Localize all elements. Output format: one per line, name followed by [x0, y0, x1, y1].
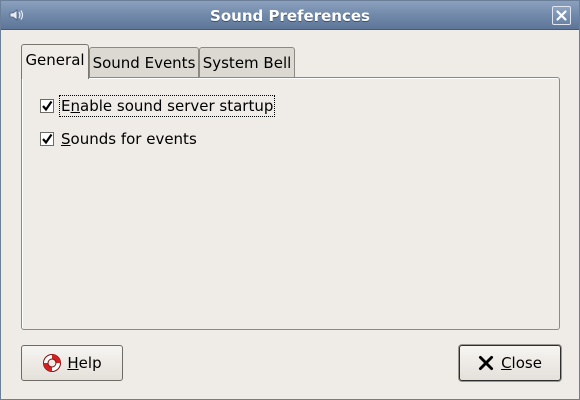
close-button[interactable]: Close: [459, 345, 561, 381]
sounds-for-events-checkbox[interactable]: Sounds for events: [40, 129, 197, 149]
tab-general[interactable]: General: [21, 44, 89, 79]
help-button[interactable]: Help: [21, 345, 123, 381]
checkbox-box[interactable]: [40, 132, 54, 146]
tab-system-bell-label: System Bell: [202, 54, 292, 72]
tab-sound-events-label: Sound Events: [92, 54, 196, 72]
sounds-for-events-label: Sounds for events: [61, 130, 197, 148]
checkmark-icon: [42, 100, 53, 112]
window-title: Sound Preferences: [210, 7, 370, 25]
enable-sound-server-label: Enable sound server startup: [58, 95, 276, 117]
lifebuoy-icon: [43, 354, 62, 372]
general-panel: Enable sound server startup Sounds for e…: [21, 77, 560, 330]
tab-general-label: General: [25, 51, 85, 69]
close-label: Close: [501, 354, 542, 372]
checkmark-icon: [42, 133, 53, 145]
tab-sound-events[interactable]: Sound Events: [89, 47, 199, 78]
x-icon: [479, 355, 494, 371]
tab-system-bell[interactable]: System Bell: [199, 47, 295, 78]
titlebar[interactable]: Sound Preferences: [1, 1, 579, 30]
enable-sound-server-checkbox[interactable]: Enable sound server startup: [40, 95, 276, 117]
sound-preferences-window: Sound Preferences General Sound Events S…: [0, 0, 580, 400]
close-icon[interactable]: [552, 6, 571, 25]
checkbox-box[interactable]: [40, 99, 54, 113]
help-label: Help: [67, 354, 102, 372]
